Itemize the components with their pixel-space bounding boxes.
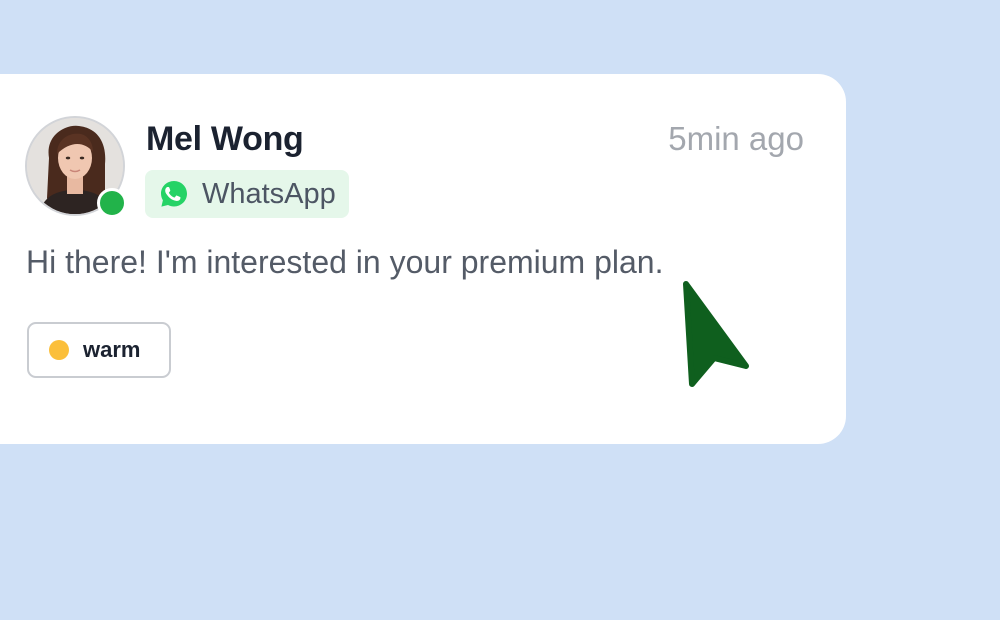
contact-name[interactable]: Mel Wong [146, 120, 304, 159]
tag-label: warm [83, 337, 141, 362]
online-status-dot [97, 188, 127, 218]
channel-badge: WhatsApp [145, 170, 349, 218]
whatsapp-icon [158, 178, 190, 210]
avatar[interactable] [25, 116, 127, 218]
channel-label: WhatsApp [202, 177, 336, 210]
message-preview: Hi there! I'm interested in your premium… [26, 244, 664, 280]
message-timestamp: 5min ago [668, 120, 804, 157]
mouse-cursor-icon [683, 281, 749, 387]
tag-color-dot [49, 340, 69, 360]
lead-temperature-tag[interactable]: warm [27, 322, 171, 378]
